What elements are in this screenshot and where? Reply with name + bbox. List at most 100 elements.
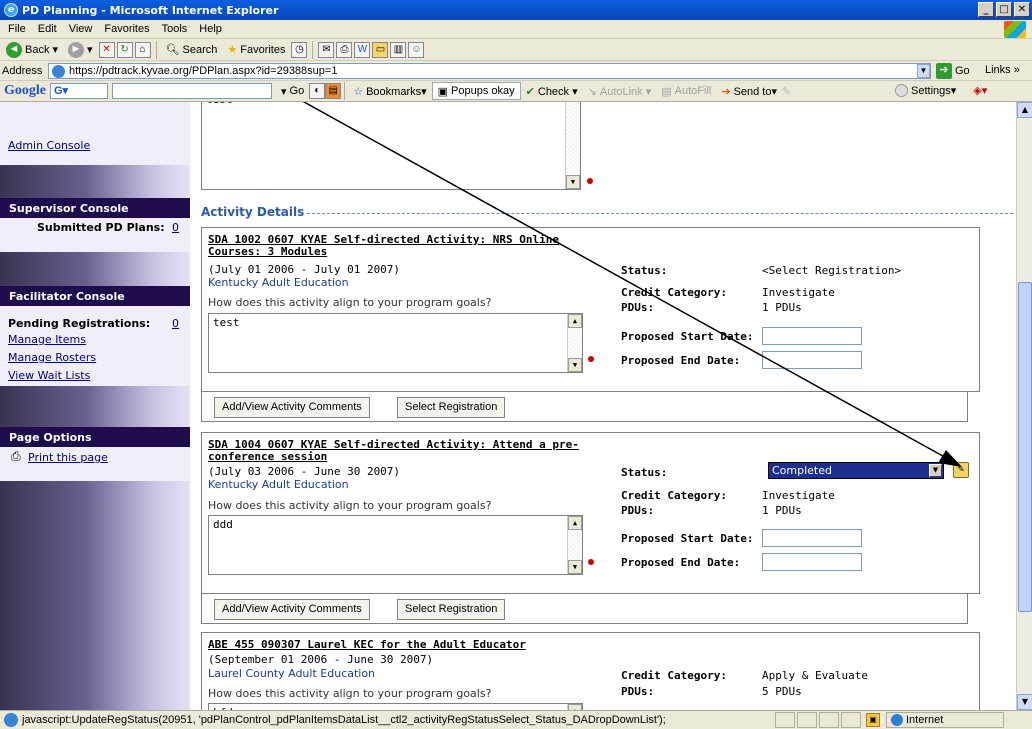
pdus-label: PDUs:: [621, 685, 655, 698]
end-date-input[interactable]: [762, 553, 862, 571]
favorites-label: Favorites: [240, 43, 286, 56]
menu-help[interactable]: Help: [193, 23, 228, 35]
toolbar-divider: [344, 82, 346, 100]
activity-title[interactable]: SDA 1002 0607 KYAE Self-directed Activit…: [208, 234, 600, 258]
forward-button[interactable]: ► ▾: [64, 40, 97, 60]
submitted-plans-count[interactable]: 0: [172, 221, 179, 234]
go-label: Go: [955, 65, 970, 77]
sendto-button[interactable]: ➔ Send to▾: [716, 82, 782, 100]
popups-button[interactable]: ▣ Popups okay: [431, 82, 521, 100]
activity-title[interactable]: SDA 1004 0607 KYAE Self-directed Activit…: [208, 439, 600, 463]
scroll-up-icon[interactable]: ▲: [1017, 102, 1032, 118]
view-wait-lists-link[interactable]: View Wait Lists: [8, 369, 90, 382]
security-zone[interactable]: Internet: [886, 712, 1005, 728]
add-comments-button[interactable]: Add/View Activity Comments: [214, 599, 370, 620]
links-button[interactable]: Links »: [985, 64, 1020, 76]
go-arrow-icon: ➔: [936, 63, 952, 79]
address-input[interactable]: https://pdtrack.kyvae.org/PDPlan.aspx?id…: [48, 63, 931, 79]
page-scrollbar[interactable]: ▲ ▼: [1016, 102, 1032, 710]
manage-items-link[interactable]: Manage Items: [8, 333, 86, 346]
bookmarks-button[interactable]: ☆ Bookmarks▾: [348, 82, 431, 100]
print-icon[interactable]: ⎙: [336, 41, 353, 58]
textarea-scrollbar[interactable]: ▼: [565, 102, 580, 189]
end-date-input[interactable]: [762, 351, 862, 369]
autofill-label: AutoFill: [674, 85, 712, 97]
select-registration-button[interactable]: Select Registration: [397, 599, 506, 620]
pending-registrations-count[interactable]: 0: [172, 317, 179, 330]
add-comments-button[interactable]: Add/View Activity Comments: [214, 397, 370, 418]
menu-view[interactable]: View: [63, 23, 99, 35]
scroll-up-icon[interactable]: ▲: [568, 516, 582, 530]
search-button[interactable]: 🔍︎ Search: [162, 40, 222, 60]
research-icon[interactable]: ▥: [390, 41, 407, 58]
admin-console-link[interactable]: Admin Console: [8, 139, 90, 152]
chevron-down-icon[interactable]: ▼: [929, 464, 942, 477]
menu-file[interactable]: File: [2, 23, 32, 35]
start-date-input[interactable]: [762, 327, 862, 345]
supervisor-console-heading: Supervisor Console: [0, 198, 190, 218]
home-icon[interactable]: ⌂: [134, 41, 151, 58]
refresh-icon[interactable]: ↻: [116, 41, 133, 58]
close-button[interactable]: ✕: [1014, 2, 1030, 17]
pencil-icon[interactable]: ✎: [782, 85, 791, 98]
print-page-link[interactable]: Print this page: [28, 451, 108, 464]
activity-answer-textarea[interactable]: test ▲ ▼: [208, 313, 583, 373]
page-status-icon: [4, 713, 18, 727]
autolink-label: AutoLink ▾: [599, 85, 652, 98]
edit-word-icon[interactable]: W: [354, 41, 371, 58]
zone-label: Internet: [906, 714, 944, 726]
select-registration-button[interactable]: Select Registration: [397, 397, 506, 418]
menu-favorites[interactable]: Favorites: [98, 23, 155, 35]
stop-icon[interactable]: ✕: [98, 41, 115, 58]
address-url: https://pdtrack.kyvae.org/PDPlan.aspx?id…: [69, 65, 338, 77]
maximize-button[interactable]: □: [996, 2, 1012, 17]
scroll-down-icon[interactable]: ▼: [566, 175, 580, 189]
activity-question: How does this activity align to your pro…: [208, 687, 492, 700]
mail-icon[interactable]: ✉: [318, 41, 335, 58]
translate-icon[interactable]: ◈▾: [973, 84, 987, 97]
history-icon[interactable]: ◷: [291, 41, 308, 58]
scroll-down-icon[interactable]: ▼: [568, 358, 582, 372]
menu-edit[interactable]: Edit: [32, 23, 63, 35]
activity-title[interactable]: ABE 455 090307 Laurel KEC for the Adult …: [208, 639, 768, 651]
google-menu-button[interactable]: G▾: [50, 83, 108, 99]
start-date-input[interactable]: [762, 529, 862, 547]
folder-icon[interactable]: ▭: [372, 41, 389, 58]
manage-rosters-link[interactable]: Manage Rosters: [8, 351, 96, 364]
activity-answer-textarea[interactable]: kfd ▲: [208, 703, 583, 710]
save-status-icon[interactable]: ✎: [953, 462, 969, 478]
textarea-scrollbar[interactable]: ▲ ▼: [567, 516, 582, 574]
scrollbar-thumb[interactable]: [1018, 282, 1032, 612]
textarea-scrollbar[interactable]: ▲ ▼: [567, 314, 582, 372]
google-go-button[interactable]: ▾ Go: [276, 82, 309, 100]
minimize-button[interactable]: _: [978, 2, 994, 17]
go-button[interactable]: ➔ Go: [936, 63, 970, 79]
check-label: Check ▾: [537, 85, 578, 98]
lock-icon[interactable]: ▣: [866, 713, 880, 727]
goal-textarea[interactable]: test ▼: [201, 102, 581, 190]
status-dropdown[interactable]: Completed ▼: [768, 462, 944, 479]
address-dropdown-icon[interactable]: ▼: [917, 64, 930, 78]
spellcheck-button[interactable]: ✔ Check ▾: [521, 82, 583, 100]
title-bar: e PD Planning - Microsoft Internet Explo…: [0, 0, 1032, 20]
status-bar: javascript:UpdateRegStatus(20951, 'pdPla…: [0, 710, 1032, 729]
menu-bar: File Edit View Favorites Tools Help: [0, 20, 1032, 39]
activity-actions: Add/View Activity Comments Select Regist…: [201, 594, 968, 624]
activity-answer-textarea[interactable]: ddd ▲ ▼: [208, 515, 583, 575]
back-button[interactable]: ◄ Back ▾: [2, 40, 62, 60]
google-search-input[interactable]: [112, 83, 272, 99]
scroll-up-icon[interactable]: ▲: [568, 314, 582, 328]
favorites-button[interactable]: ★ Favorites: [223, 40, 289, 60]
pagerank-icon[interactable]: ◐: [309, 83, 326, 99]
scroll-down-icon[interactable]: ▼: [568, 560, 582, 574]
section-divider: [307, 213, 1013, 214]
menu-tools[interactable]: Tools: [156, 23, 194, 35]
google-settings-button[interactable]: Settings▾ ◈▾: [895, 84, 987, 97]
required-indicator: [587, 178, 593, 184]
messenger-icon[interactable]: ☺: [408, 41, 425, 58]
highlight-icon[interactable]: ▤: [325, 83, 342, 99]
popups-label: Popups okay: [451, 85, 515, 97]
autolink-button[interactable]: ↘ AutoLink ▾: [583, 82, 657, 100]
scroll-down-icon[interactable]: ▼: [1017, 694, 1032, 710]
autofill-button[interactable]: ▤ AutoFill: [656, 82, 716, 100]
